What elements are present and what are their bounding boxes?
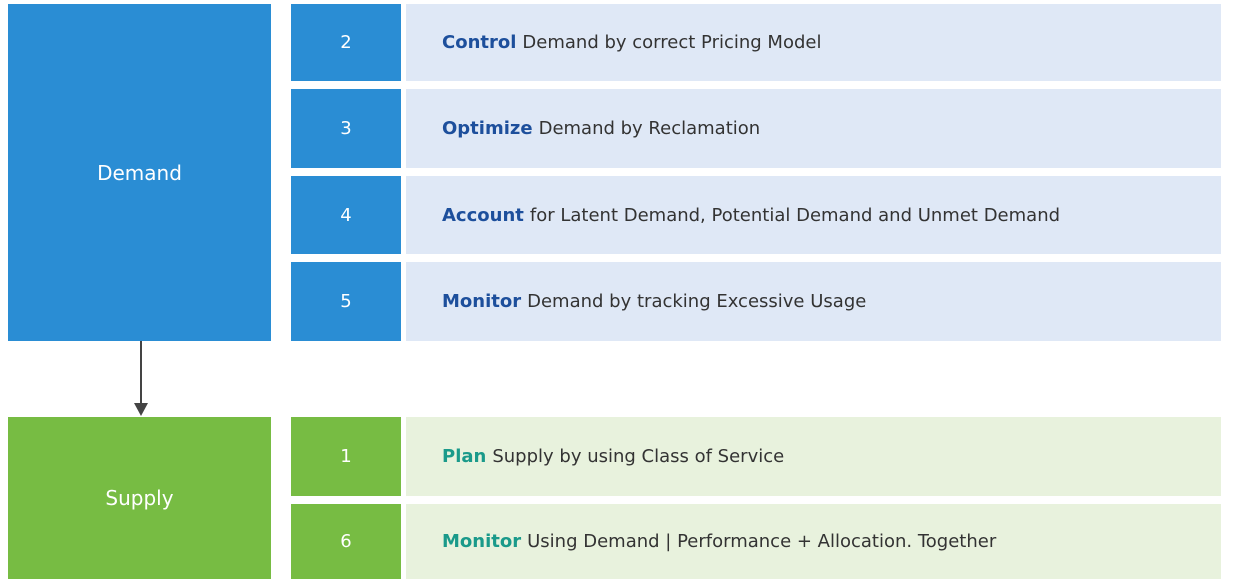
demand-label: Demand bbox=[97, 160, 182, 185]
step-keyword: Optimize bbox=[442, 118, 533, 139]
step-text: Account for Latent Demand, Potential Dem… bbox=[406, 176, 1221, 254]
step-description: for Latent Demand, Potential Demand and … bbox=[529, 204, 1061, 226]
step-keyword: Monitor bbox=[442, 291, 522, 312]
demand-box: Demand bbox=[8, 4, 271, 341]
step-text: Monitor Using Demand | Performance + All… bbox=[406, 504, 1221, 579]
step-description: Demand by tracking Excessive Usage bbox=[527, 291, 867, 312]
step-text: Optimize Demand by Reclamation bbox=[406, 89, 1221, 168]
step-description: Demand by Reclamation bbox=[538, 118, 761, 139]
step-text: Plan Supply by using Class of Service bbox=[406, 417, 1221, 496]
down-arrow-icon bbox=[134, 341, 148, 416]
demand-row-control: 2 Control Demand by correct Pricing Mode… bbox=[291, 4, 1221, 81]
supply-row-plan: 1 Plan Supply by using Class of Service bbox=[291, 417, 1221, 496]
step-number: 1 bbox=[291, 417, 401, 496]
demand-row-optimize: 3 Optimize Demand by Reclamation bbox=[291, 89, 1221, 168]
step-keyword: Monitor bbox=[442, 531, 522, 552]
step-number: 2 bbox=[291, 4, 401, 81]
step-description: Supply by using Class of Service bbox=[492, 446, 785, 467]
step-number: 3 bbox=[291, 89, 401, 168]
step-keyword: Account bbox=[442, 204, 524, 226]
supply-label: Supply bbox=[105, 486, 174, 510]
step-number: 5 bbox=[291, 262, 401, 341]
step-number: 6 bbox=[291, 504, 401, 579]
demand-row-monitor: 5 Monitor Demand by tracking Excessive U… bbox=[291, 262, 1221, 341]
supply-box: Supply bbox=[8, 417, 271, 579]
step-text: Monitor Demand by tracking Excessive Usa… bbox=[406, 262, 1221, 341]
step-keyword: Control bbox=[442, 32, 517, 53]
step-text: Control Demand by correct Pricing Model bbox=[406, 4, 1221, 81]
step-description: Using Demand | Performance + Allocation.… bbox=[527, 531, 997, 552]
supply-row-monitor: 6 Monitor Using Demand | Performance + A… bbox=[291, 504, 1221, 579]
step-keyword: Plan bbox=[442, 446, 487, 467]
demand-row-account: 4 Account for Latent Demand, Potential D… bbox=[291, 176, 1221, 254]
step-number: 4 bbox=[291, 176, 401, 254]
step-description: Demand by correct Pricing Model bbox=[522, 32, 822, 53]
